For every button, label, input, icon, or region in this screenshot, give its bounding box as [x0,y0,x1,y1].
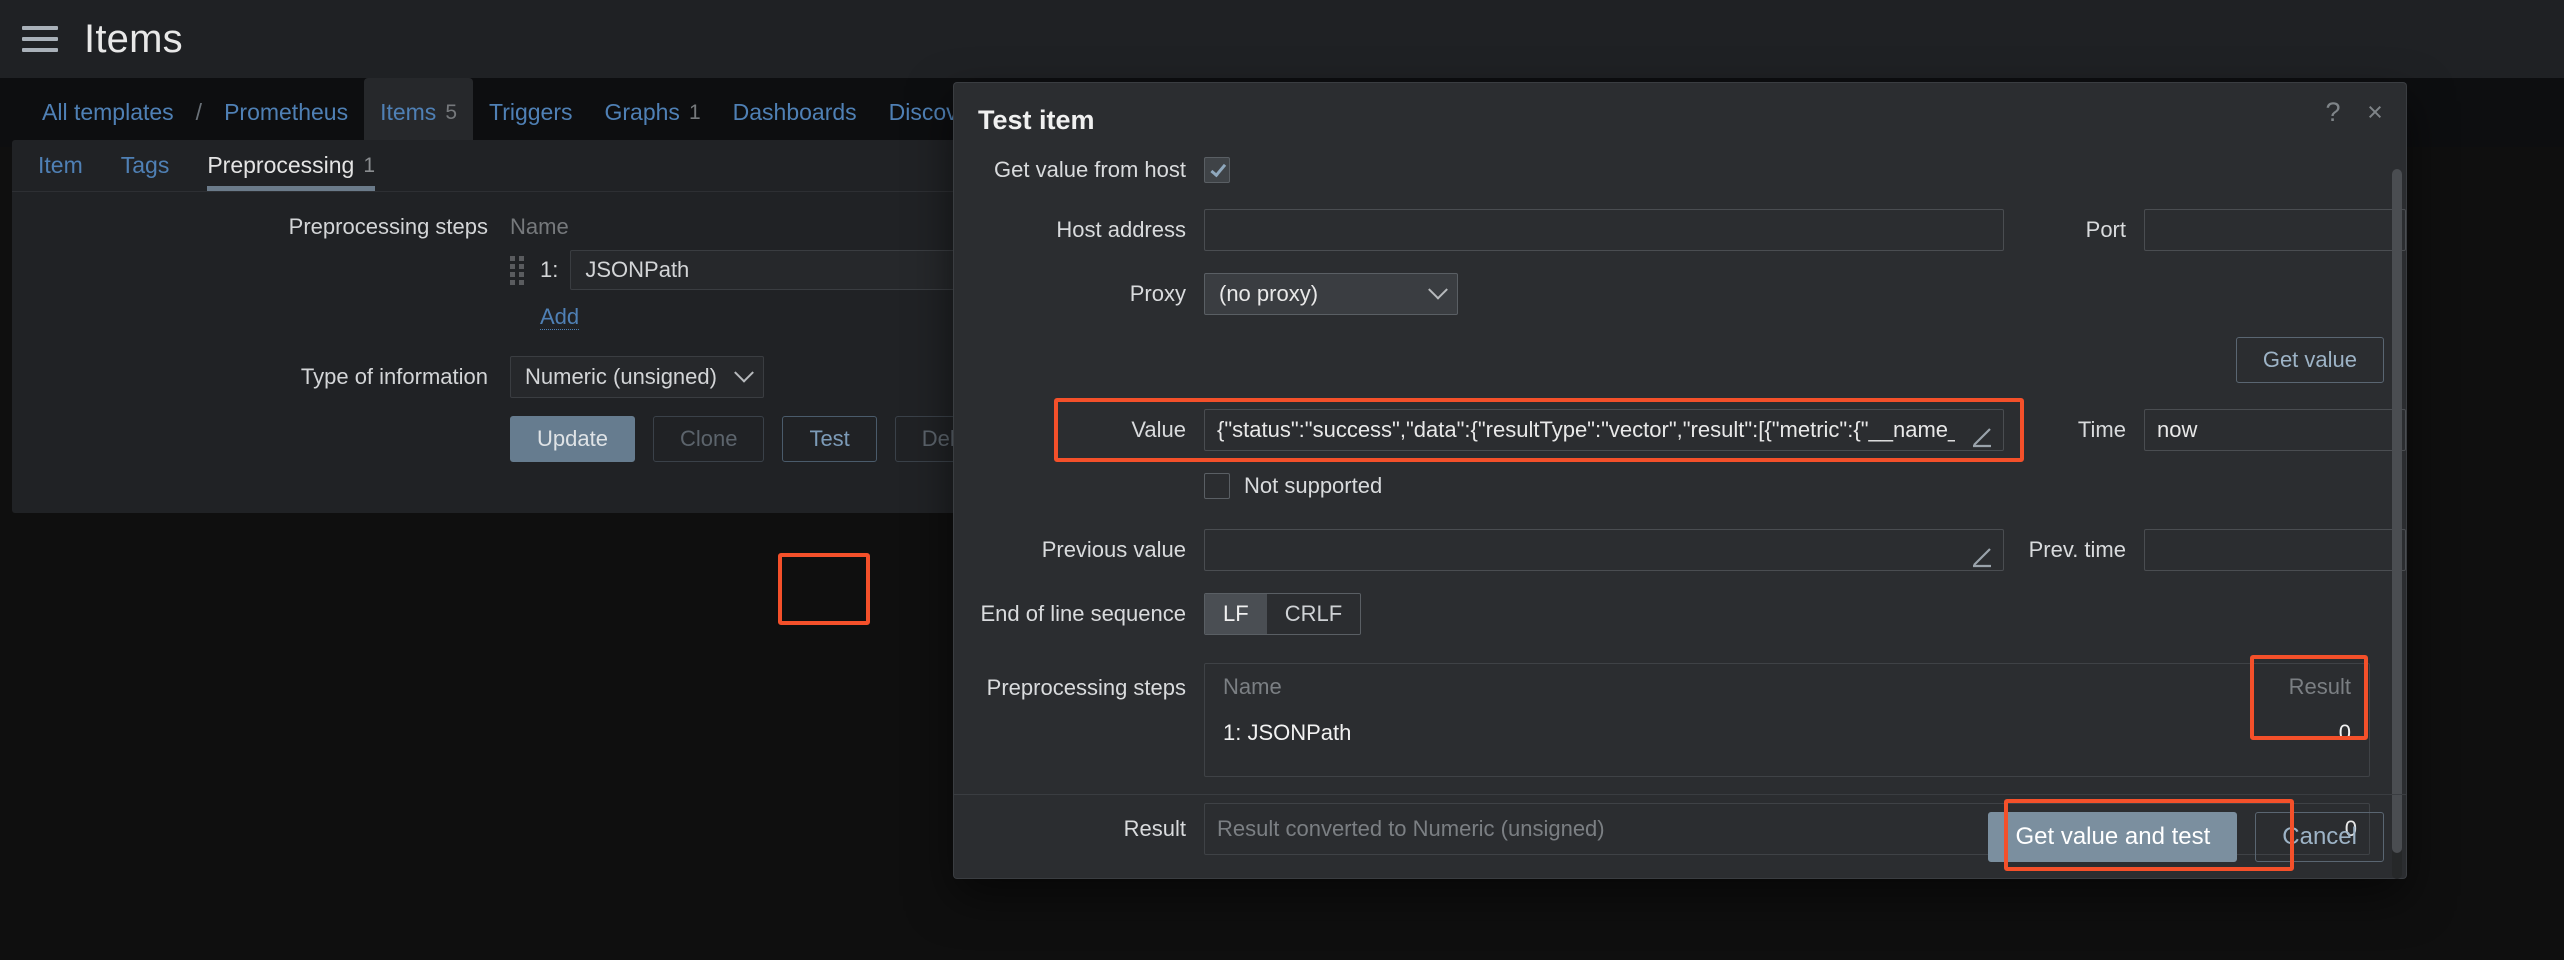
step-name-value: JSONPath [585,257,690,282]
not-supported-row: Not supported [954,473,2406,499]
host-address-input[interactable] [1204,209,2004,251]
pencil-icon[interactable] [1963,410,2001,450]
top-header: Items [0,0,2564,78]
help-icon[interactable]: ? [2316,95,2350,129]
scrollbar-thumb[interactable] [2392,169,2402,853]
breadcrumb-item-all-templates[interactable]: All templates [26,78,190,147]
name-column-header: Name [510,214,569,239]
modal-preprocessing-row: Preprocessing steps Name Result 1: JSONP… [954,655,2406,777]
segment-lf[interactable]: LF [1205,594,1267,634]
breadcrumb-item-items[interactable]: Items 5 [364,78,473,147]
end-of-line-sequence-label: End of line sequence [980,601,1187,626]
modal-preprocessing-label: Preprocessing steps [986,675,1186,700]
time-input[interactable]: now [2144,409,2406,451]
tab-label: Preprocessing [207,152,355,178]
preprocessing-steps-label: Preprocessing steps [288,214,488,239]
proxy-row: Proxy (no proxy) [954,273,2406,315]
preprocessing-results-table: Name Result 1: JSONPath 0 [1204,663,2370,777]
proxy-value: (no proxy) [1219,281,1319,306]
step-number: 1: [540,257,559,282]
breadcrumb-separator: / [195,99,203,125]
update-button[interactable]: Update [510,416,635,463]
add-step-link[interactable]: Add [540,304,580,331]
not-supported-label: Not supported [1244,473,1383,498]
breadcrumb-item-dashboards[interactable]: Dashboards [717,78,873,147]
page-title: Items [84,16,183,61]
drag-handle-icon[interactable] [510,256,526,285]
prev-time-label: Prev. time [2028,537,2126,562]
app-root: Items All templates / Prometheus Items 5… [0,0,2564,960]
tab-item[interactable]: Item [38,140,83,191]
table-row: 1: JSONPath 0 [1205,710,2369,756]
breadcrumb-item-prometheus[interactable]: Prometheus [208,78,364,147]
previous-value-input[interactable] [1204,529,2004,571]
test-button[interactable]: Test [782,416,877,463]
host-address-label: Host address [1056,217,1186,242]
chevron-down-icon [1428,279,1448,300]
chevron-down-icon [734,363,754,383]
get-value-from-host-checkbox[interactable] [1204,157,1230,183]
cancel-button[interactable]: Cancel [2255,811,2384,862]
tab-tags[interactable]: Tags [121,140,170,191]
breadcrumb-item-triggers[interactable]: Triggers [473,78,589,147]
breadcrumb-label: Prometheus [224,99,349,125]
get-value-from-host-label: Get value from host [994,157,1186,182]
port-input[interactable] [2144,209,2406,251]
value-input[interactable]: {"status":"success","data":{"resultType"… [1204,409,2004,451]
hamburger-icon[interactable] [22,26,58,52]
breadcrumb-label: All templates [42,99,174,125]
breadcrumb-count: 1 [688,100,701,124]
time-label: Time [2077,417,2126,442]
breadcrumb-label: Items [380,99,437,125]
get-value-and-test-button[interactable]: Get value and test [1988,811,2238,862]
end-of-line-sequence-toggle: LF CRLF [1204,593,1362,635]
host-address-row: Host address Port [954,209,2406,251]
not-supported-checkbox[interactable] [1204,473,1230,499]
previous-value-label: Previous value [1041,537,1186,562]
column-header-result: Result [2288,674,2351,699]
breadcrumb-label: Triggers [489,99,573,125]
port-label: Port [2085,217,2126,242]
value-text: {"status":"success","data":{"resultType"… [1217,417,1955,442]
close-icon[interactable]: × [2358,95,2392,129]
clone-button[interactable]: Clone [652,416,765,463]
breadcrumb-count: 5 [445,100,457,124]
column-header-name: Name [1223,674,1282,699]
end-of-line-sequence-row: End of line sequence LF CRLF [954,593,2406,635]
tab-count: 1 [363,153,376,177]
segment-crlf[interactable]: CRLF [1266,594,1361,634]
proxy-select[interactable]: (no proxy) [1204,273,1458,315]
value-row: Value {"status":"success","data":{"resul… [954,398,2406,462]
type-of-information-select[interactable]: Numeric (unsigned) [510,356,764,399]
type-of-information-label: Type of information [300,364,488,390]
breadcrumb-label: Dashboards [732,99,857,125]
highlight-test-button [778,553,870,625]
modal-body: Get value from host Host address Port Pr… [954,157,2406,855]
get-value-from-host-row: Get value from host [954,157,2406,183]
breadcrumb-label: Graphs [604,99,680,125]
breadcrumb-item-graphs[interactable]: Graphs 1 [589,78,717,147]
value-label: Value [1131,417,1186,442]
check-icon [1210,160,1227,177]
get-value-button[interactable]: Get value [2235,337,2384,383]
row-step-name: 1: JSONPath [1223,720,1352,745]
pencil-icon[interactable] [1963,530,2001,570]
tab-label: Tags [120,152,170,178]
get-value-row: Get value [954,337,2406,383]
tab-label: Item [38,152,83,178]
tab-preprocessing[interactable]: Preprocessing 1 [207,140,375,191]
previous-value-row: Previous value Prev. time [954,529,2406,571]
modal-footer: Get value and test Cancel [954,794,2406,878]
test-item-modal: Test item ? × Get value from host Host a… [954,83,2406,879]
modal-title: Test item [978,105,1095,135]
row-step-result: 0 [2338,720,2351,745]
prev-time-input[interactable] [2144,529,2406,571]
modal-header: Test item ? × [954,83,2406,157]
modal-scrollbar[interactable] [2392,169,2402,879]
table-header-row: Name Result [1205,664,2369,710]
proxy-label: Proxy [1129,281,1186,306]
type-of-information-value: Numeric (unsigned) [525,364,717,390]
